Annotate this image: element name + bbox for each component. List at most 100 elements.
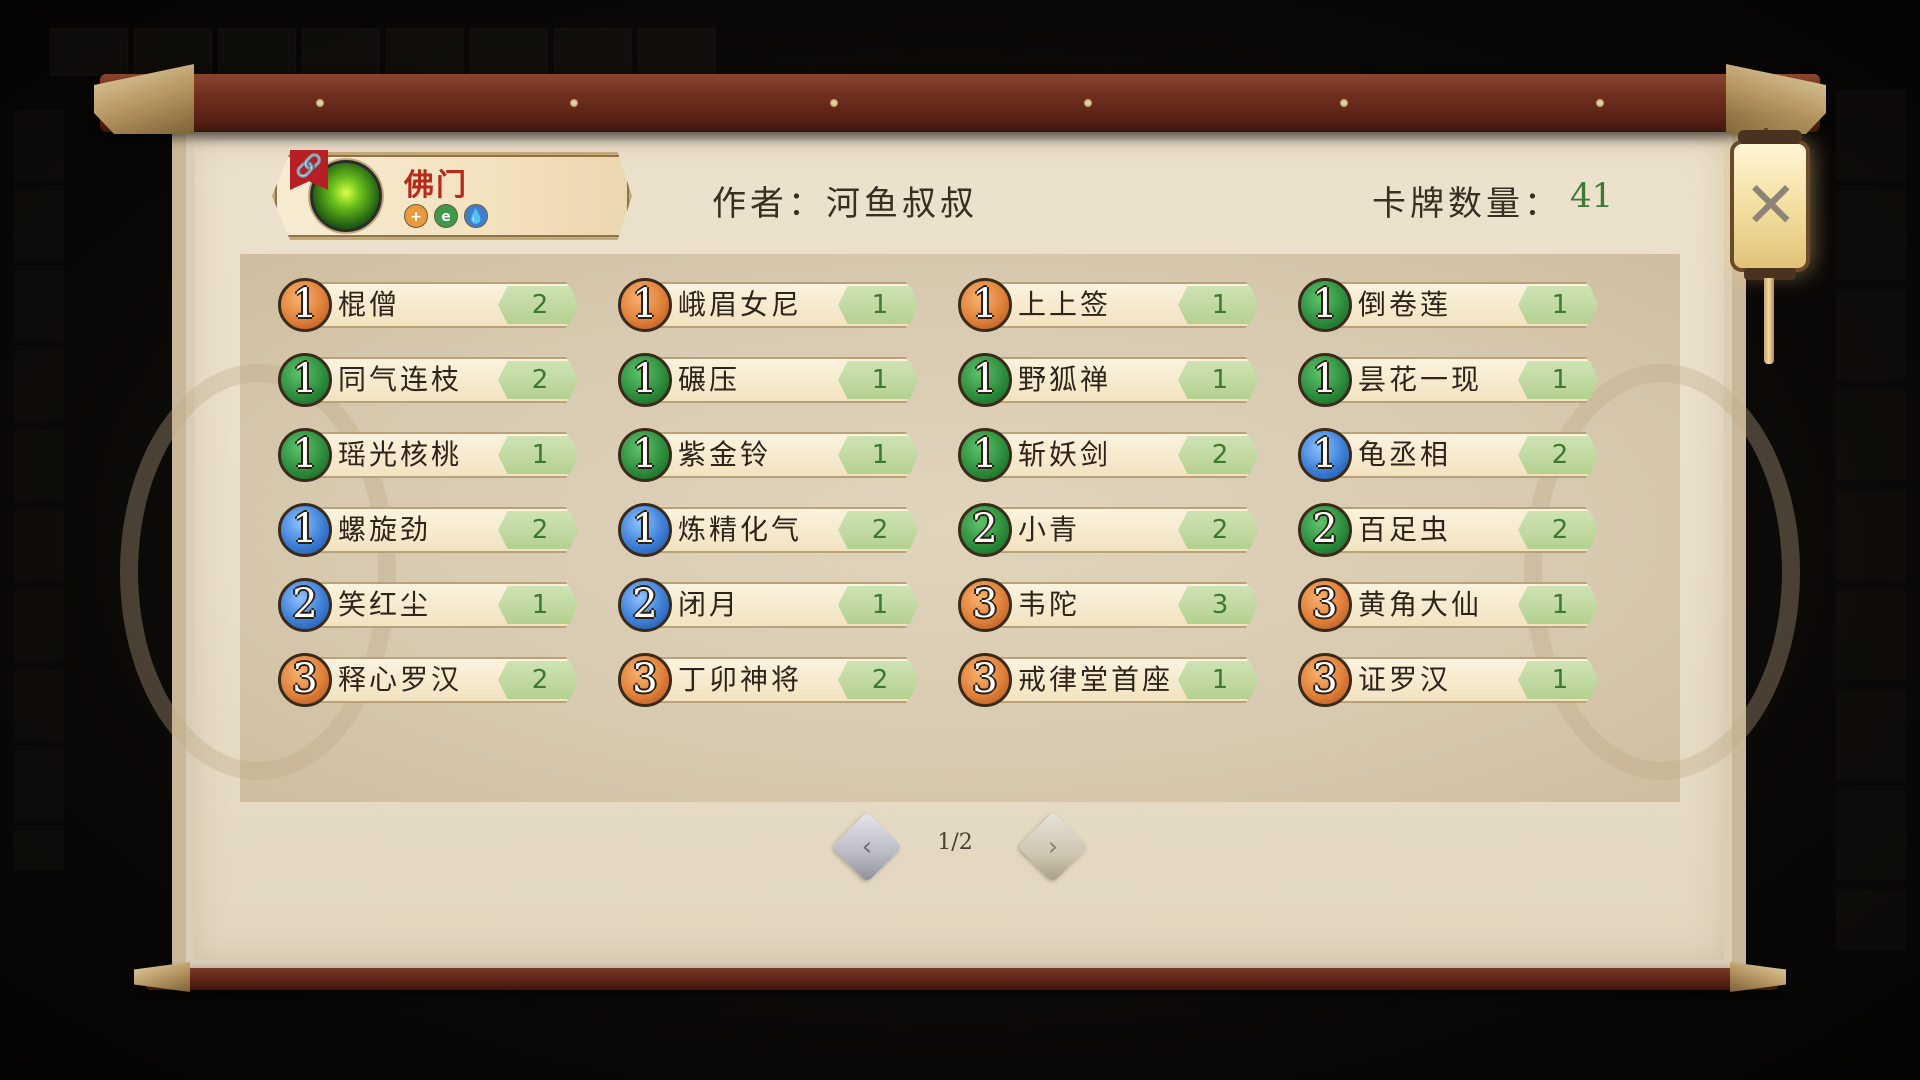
card-entry[interactable]: 2 小青 2 [946,503,1264,557]
background-tab [302,28,380,76]
rod-stud [316,99,324,107]
card-name: 龟丞相 [1358,438,1452,471]
faction-name: 佛门 [404,168,468,203]
card-quantity: 2 [531,665,549,695]
card-name: 倒卷莲 [1358,288,1452,321]
card-entry[interactable]: 3 证罗汉 1 [1286,653,1604,707]
card-cost-badge: 1 [1298,428,1352,482]
card-cost-badge: 3 [618,653,672,707]
card-entry[interactable]: 1 炼精化气 2 [606,503,924,557]
card-entry[interactable]: 1 瑶光核桃 1 [266,428,584,482]
card-cost-badge: 1 [958,278,1012,332]
card-quantity: 1 [531,440,549,470]
background-right-column [1836,90,1906,950]
card-cost-badge: 2 [278,578,332,632]
card-entry[interactable]: 3 黄角大仙 1 [1286,578,1604,632]
card-quantity: 1 [1211,290,1229,320]
card-entry[interactable]: 3 戒律堂首座 1 [946,653,1264,707]
lantern-tassel [1764,278,1774,364]
card-entry[interactable]: 1 昙花一现 1 [1286,353,1604,407]
card-entry[interactable]: 1 同气连枝 2 [266,353,584,407]
card-cost-badge: 1 [278,353,332,407]
card-cost-badge: 2 [958,503,1012,557]
card-cost-badge: 1 [618,503,672,557]
deck-author: 作者：河鱼叔叔 [712,184,978,224]
card-quantity: 1 [871,290,889,320]
card-quantity: 1 [1551,665,1569,695]
card-name: 昙花一现 [1358,363,1483,396]
card-entry[interactable]: 1 紫金铃 1 [606,428,924,482]
card-entry[interactable]: 1 上上签 1 [946,278,1264,332]
card-entry[interactable]: 2 百足虫 2 [1286,503,1604,557]
close-icon[interactable]: ✕ [1744,164,1798,248]
rod-stud [1596,99,1604,107]
card-name: 棍僧 [338,288,401,321]
card-cost-badge: 1 [278,503,332,557]
card-quantity: 2 [871,515,889,545]
next-page-button[interactable]: › [1017,811,1089,883]
card-name: 野狐禅 [1018,363,1112,396]
card-entry[interactable]: 1 峨眉女尼 1 [606,278,924,332]
card-quantity: 2 [871,665,889,695]
scroll-top-rod [100,74,1820,132]
card-entry[interactable]: 1 螺旋劲 2 [266,503,584,557]
card-name: 小青 [1018,513,1081,546]
card-quantity: 2 [1551,515,1569,545]
card-quantity: 1 [531,590,549,620]
card-count-value: 41 [1570,176,1614,216]
card-cost-badge: 1 [618,428,672,482]
card-name: 斩妖剑 [1018,438,1112,471]
card-name: 笑红尘 [338,588,432,621]
card-entry[interactable]: 1 野狐禅 1 [946,353,1264,407]
prev-page-button[interactable]: ‹ [831,811,903,883]
card-quantity: 1 [1211,365,1229,395]
card-entry[interactable]: 1 棍僧 2 [266,278,584,332]
card-name: 丁卯神将 [678,663,803,696]
card-name: 证罗汉 [1358,663,1452,696]
card-name: 戒律堂首座 [1018,663,1174,696]
card-quantity: 1 [1551,590,1569,620]
card-entry[interactable]: 1 倒卷莲 1 [1286,278,1604,332]
card-name: 紫金铃 [678,438,772,471]
card-cost-badge: 1 [278,428,332,482]
card-quantity: 1 [871,365,889,395]
card-cost-badge: 1 [618,278,672,332]
card-quantity: 2 [1211,440,1229,470]
rod-stud [1084,99,1092,107]
card-entry[interactable]: 3 释心罗汉 2 [266,653,584,707]
bottom-rod-cap-left [134,962,190,992]
card-entry[interactable]: 1 斩妖剑 2 [946,428,1264,482]
card-quantity: 1 [871,590,889,620]
card-cost-badge: 2 [1298,503,1352,557]
background-tabs [50,28,716,76]
rod-stud [830,99,838,107]
background-tab [386,28,464,76]
card-cost-badge: 1 [1298,353,1352,407]
card-quantity: 1 [871,440,889,470]
card-entry[interactable]: 2 笑红尘 1 [266,578,584,632]
card-name: 上上签 [1018,288,1112,321]
background-tab [218,28,296,76]
card-cost-badge: 1 [958,428,1012,482]
card-quantity: 1 [1211,665,1229,695]
water-element-icon: 💧 [464,204,488,228]
card-cost-badge: 3 [1298,653,1352,707]
card-cost-badge: 3 [1298,578,1352,632]
card-cost-badge: 3 [958,653,1012,707]
background-tab [50,28,128,76]
card-entry[interactable]: 3 韦陀 3 [946,578,1264,632]
chevron-right-icon: › [1047,832,1059,862]
card-name: 闭月 [678,588,741,621]
card-name: 百足虫 [1358,513,1452,546]
card-name: 碾压 [678,363,741,396]
card-entry[interactable]: 3 丁卯神将 2 [606,653,924,707]
card-entry[interactable]: 2 闭月 1 [606,578,924,632]
card-entry[interactable]: 1 龟丞相 2 [1286,428,1604,482]
card-entry[interactable]: 1 碾压 1 [606,353,924,407]
deck-view-screen: 🔗 佛门 + e 💧 作者：河鱼叔叔 卡牌数量： 41 ✕ 1 棍僧 2 1 峨眉女尼 1 1 上… [0,0,1920,1080]
card-quantity: 2 [1211,515,1229,545]
background-tab [470,28,548,76]
background-sidebar [14,110,64,870]
card-cost-badge: 1 [278,278,332,332]
card-quantity: 2 [531,365,549,395]
